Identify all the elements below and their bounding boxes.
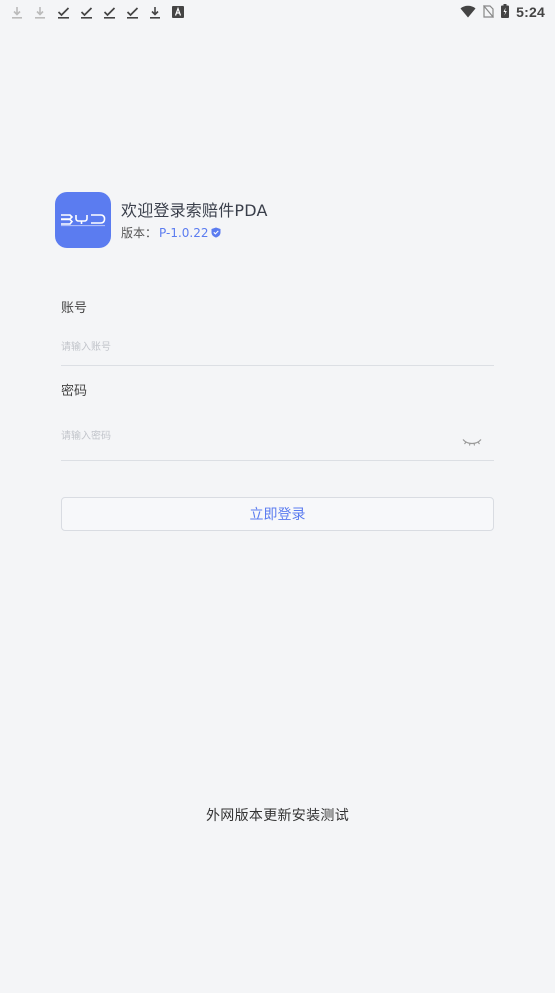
footer-note: 外网版本更新安装测试 — [206, 808, 349, 824]
account-label: 账号 — [61, 301, 88, 316]
status-bar: 5:24 — [0, 0, 555, 24]
password-input[interactable] — [61, 421, 494, 451]
login-header: 欢迎登录索赔件PDA 版本： P-1.0.22 — [55, 192, 268, 248]
password-field: 密码 — [61, 383, 494, 461]
download-icon — [148, 5, 162, 19]
check-icon — [125, 5, 139, 19]
system-icons: 5:24 — [460, 3, 545, 22]
download-icon — [10, 5, 24, 19]
password-label: 密码 — [61, 384, 88, 399]
wifi-icon — [460, 3, 476, 22]
verified-shield-icon — [211, 227, 221, 238]
check-icon — [102, 5, 116, 19]
account-input-row — [61, 332, 494, 366]
account-field: 账号 — [61, 300, 494, 366]
welcome-title: 欢迎登录索赔件PDA — [121, 200, 268, 220]
download-icon — [33, 5, 47, 19]
app-a-icon — [171, 5, 185, 19]
login-button[interactable]: 立即登录 — [61, 497, 494, 531]
check-icon — [79, 5, 93, 19]
battery-charging-icon — [501, 3, 510, 22]
no-sim-icon — [483, 3, 495, 22]
version-value: P-1.0.22 — [159, 225, 209, 240]
app-logo — [55, 192, 111, 248]
byd-logo-icon — [61, 214, 106, 227]
password-input-row — [61, 413, 494, 461]
account-input[interactable] — [61, 332, 494, 362]
check-icon — [56, 5, 70, 19]
version-label: 版本： — [121, 225, 158, 240]
notification-icons — [10, 5, 185, 19]
eye-closed-icon[interactable] — [462, 431, 482, 450]
clock: 5:24 — [516, 4, 545, 20]
version-line: 版本： P-1.0.22 — [121, 225, 268, 241]
